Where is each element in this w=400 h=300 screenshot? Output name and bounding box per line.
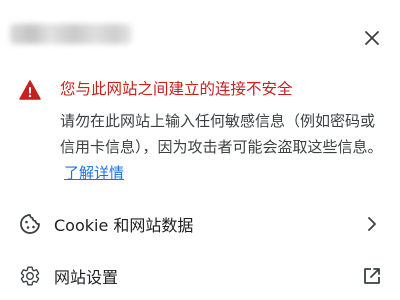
connection-warning-title: 您与此网站之间建立的连接不安全 — [60, 80, 293, 98]
learn-more-link[interactable]: 了解详情 — [64, 164, 124, 182]
site-name-blurred — [10, 24, 132, 44]
chevron-right-icon — [360, 212, 384, 236]
warning-triangle-icon — [19, 80, 41, 100]
cookie-icon — [18, 212, 42, 236]
cookies-site-data-row[interactable]: Cookie 和网站数据 — [0, 202, 400, 246]
close-button[interactable] — [358, 24, 386, 52]
site-settings-row[interactable]: 网站设置 — [0, 254, 400, 298]
close-icon — [365, 31, 379, 45]
cookies-site-data-label: Cookie 和网站数据 — [54, 216, 194, 235]
warning-body-text: 请勿在此网站上输入任何敏感信息（例如密码或信用卡信息），因为攻击者可能会盗取这些… — [60, 112, 383, 156]
connection-warning-body: 请勿在此网站上输入任何敏感信息（例如密码或信用卡信息），因为攻击者可能会盗取这些… — [60, 108, 384, 186]
site-info-popup: 您与此网站之间建立的连接不安全 请勿在此网站上输入任何敏感信息（例如密码或信用卡… — [0, 0, 400, 300]
site-settings-label: 网站设置 — [54, 268, 119, 287]
open-in-new-icon — [360, 264, 384, 288]
gear-icon — [18, 264, 42, 288]
